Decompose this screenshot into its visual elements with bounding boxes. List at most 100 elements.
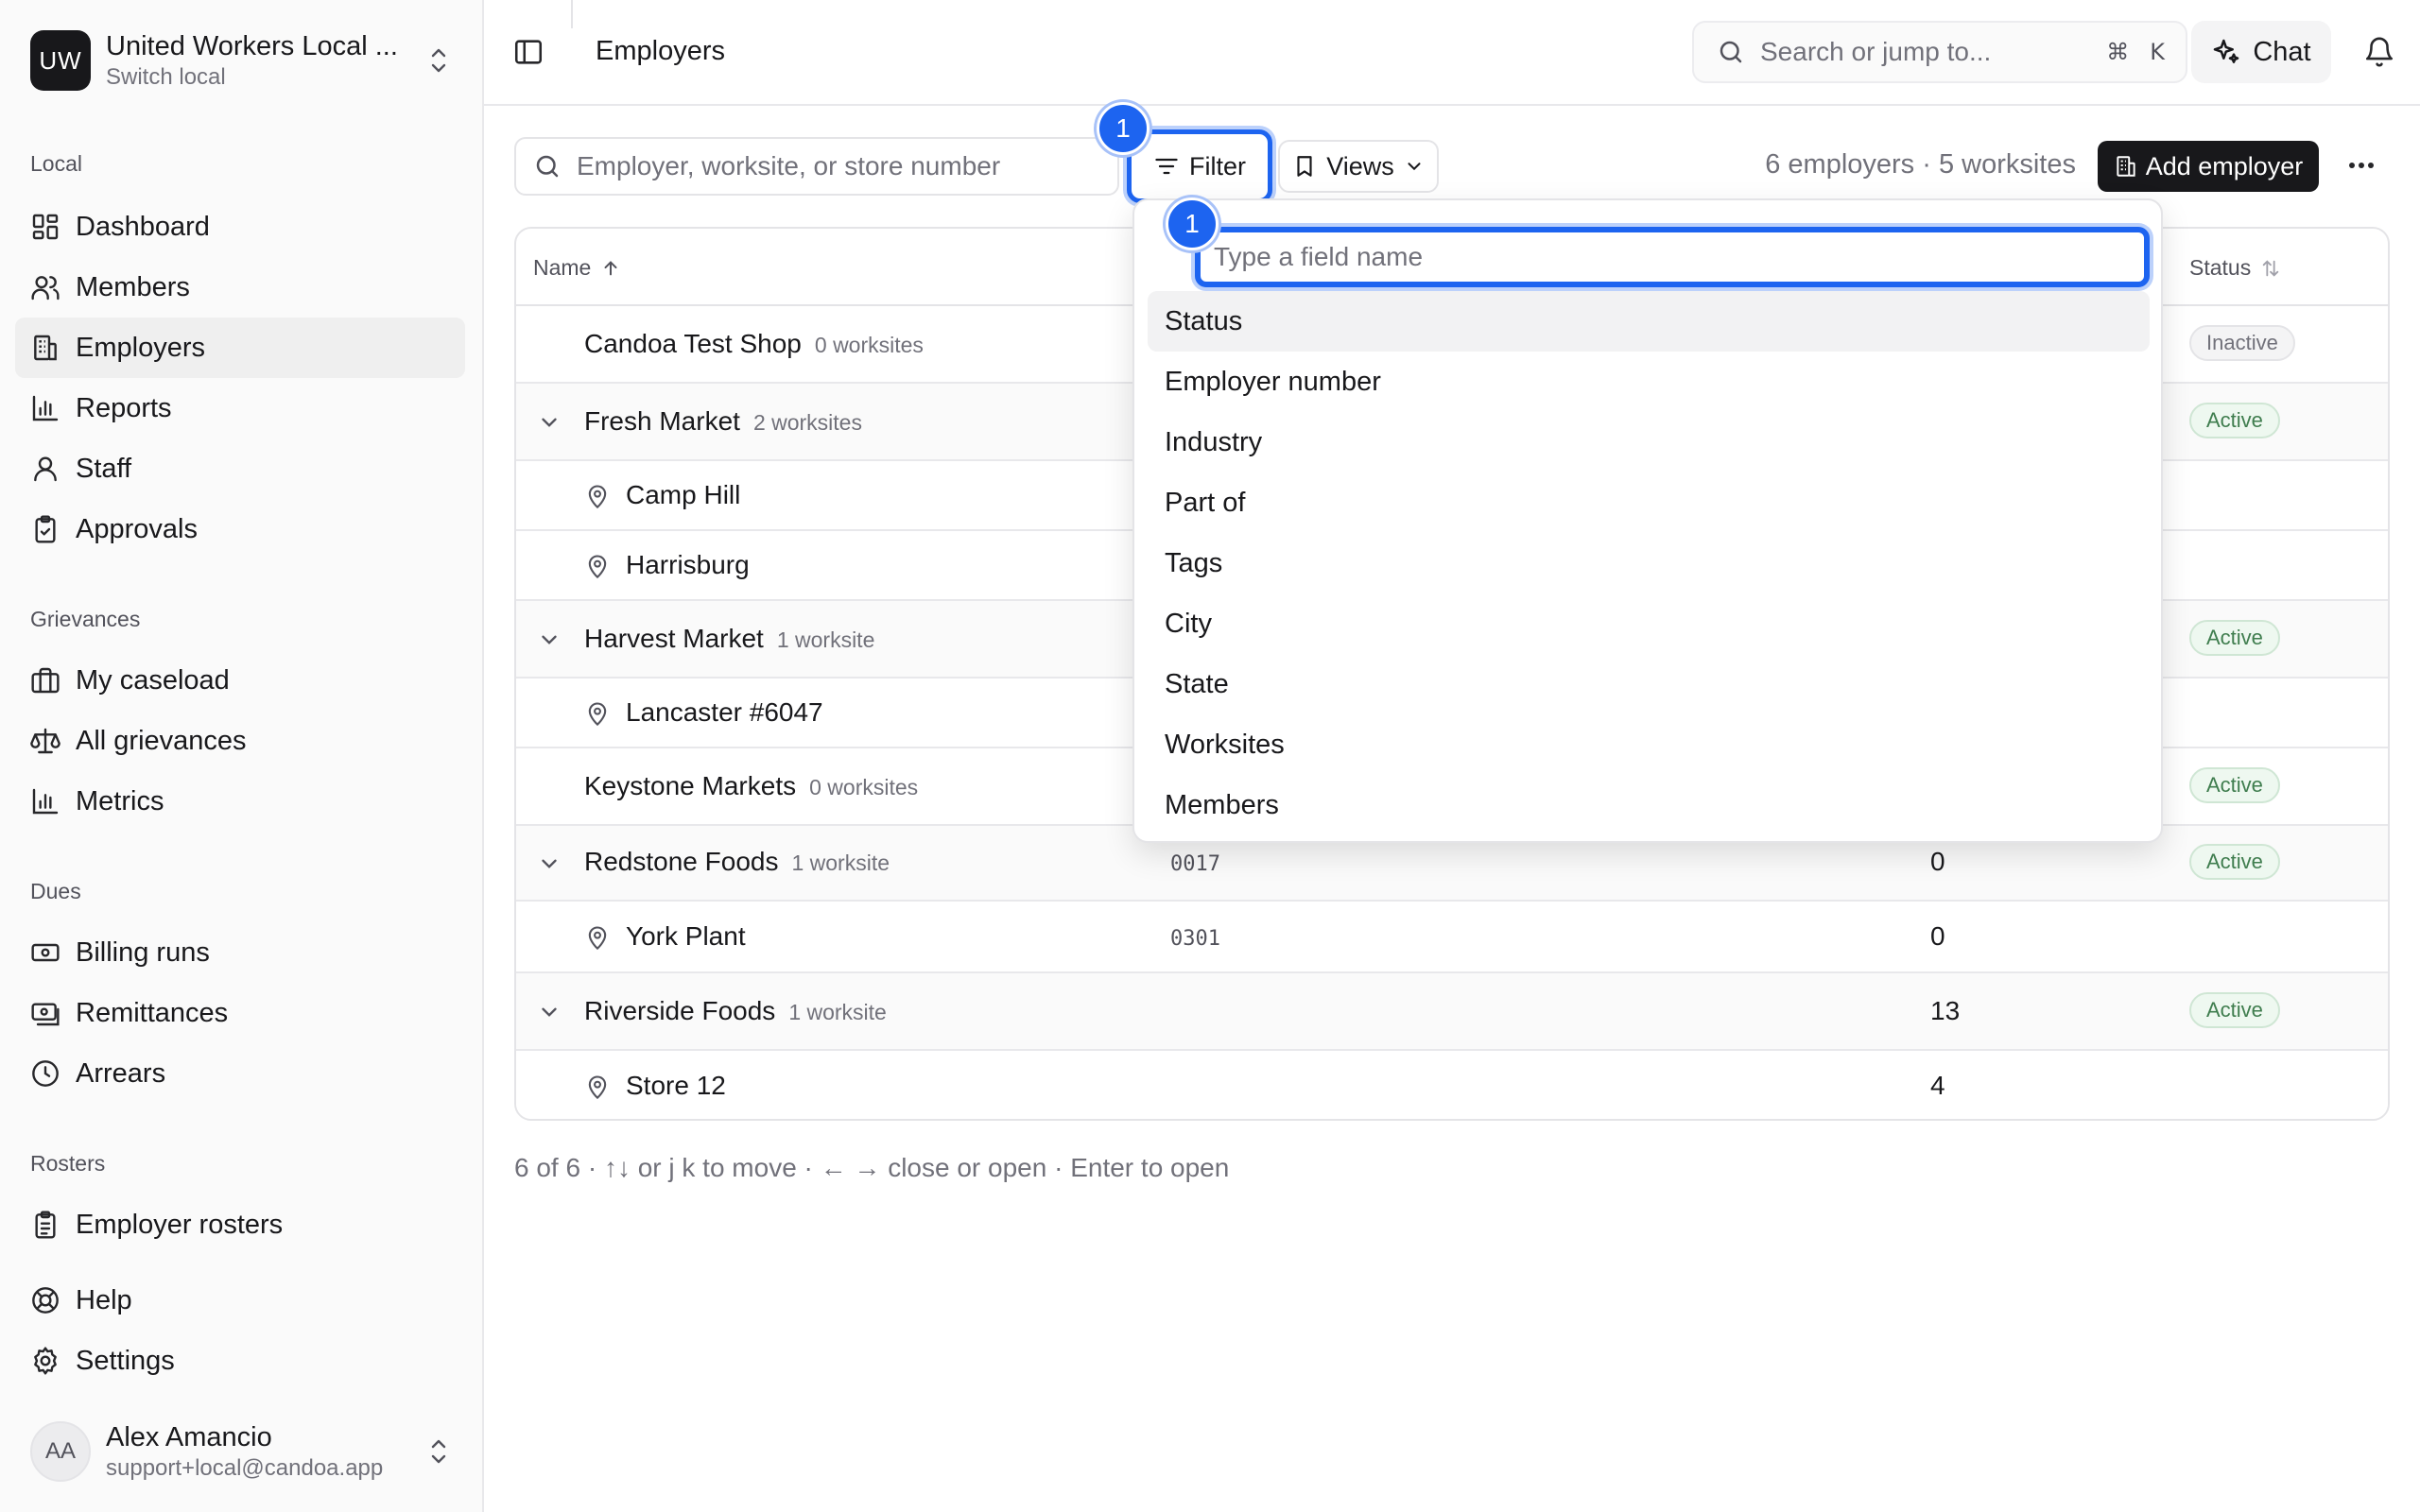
worksite-count: 0 worksites [809,775,919,799]
worksite-name: York Plant [626,921,746,951]
chat-button[interactable]: Chat [2191,21,2331,83]
map-pin-icon [588,926,607,951]
member-count: 0 [1930,921,1945,951]
sidebar-item-label: Arrears [76,1057,166,1089]
column-header-name[interactable]: Name [533,255,621,281]
filter-field-option[interactable]: City [1148,593,2150,654]
column-label: Status [2189,255,2252,280]
sidebar-item-label: Settings [76,1345,175,1376]
employer-name: Harvest Market 1 worksite [584,624,874,654]
section-dues: Dues [30,879,81,903]
global-search-placeholder: Search or jump to... [1760,37,1992,66]
sidebar-item-label: Employer rosters [76,1209,284,1240]
search-icon [536,155,559,178]
employer-search-input[interactable]: Employer, worksite, or store number [514,137,1119,196]
map-pin-icon [588,555,607,579]
column-header-status[interactable]: Status [2189,255,2281,281]
column-label: Name [533,255,592,280]
table-row[interactable]: York Plant 0301 0 [516,902,2388,973]
sidebar-item-arrears[interactable]: Arrears [15,1043,465,1104]
divider [571,0,573,28]
filter-field-option[interactable]: Worksites [1148,714,2150,775]
employer-name-text: Fresh Market [584,406,740,436]
clipboard-list-icon [35,1211,56,1239]
field-name-input[interactable]: Type a field name [1195,227,2150,287]
employer-name: Candoa Test Shop 0 worksites [584,329,924,359]
filter-button[interactable]: Filter [1127,129,1272,203]
input-step-badge: 1 [1166,198,1219,250]
employer-name: Fresh Market 2 worksites [584,406,862,437]
bell-icon[interactable] [2363,36,2395,68]
worksite-name: Lancaster #6047 [626,697,823,727]
chevron-down-icon[interactable] [537,851,562,876]
filter-field-option[interactable]: Industry [1148,412,2150,472]
sidebar-item-label: My caseload [76,664,230,696]
employer-name-text: Riverside Foods [584,996,776,1025]
sidebar-item-help[interactable]: Help [15,1270,465,1331]
chevron-down-icon[interactable] [537,410,562,435]
filter-lines-icon [1155,158,1178,175]
filter-field-option[interactable]: State [1148,654,2150,714]
status-badge: Active [2189,844,2280,880]
status-badge: Active [2189,403,2280,438]
sidebar-item-reports[interactable]: Reports [15,378,465,438]
user-menu[interactable]: AA Alex Amancio support+local@candoa.app [30,1421,454,1482]
member-count: 0 [1930,847,1945,876]
sidebar-item-staff[interactable]: Staff [15,438,465,499]
employer-search-placeholder: Employer, worksite, or store number [577,151,1001,180]
bar-chart-icon [32,395,59,421]
map-pin-icon [588,485,607,509]
search-icon [1720,41,1742,63]
chevron-down-icon[interactable] [537,627,562,652]
global-search[interactable]: Search or jump to... ⌘ K [1692,21,2187,83]
map-pin-icon [588,702,607,727]
table-row[interactable]: Riverside Foods 1 worksite 13 Active [516,973,2388,1051]
sidebar-item-remittances[interactable]: Remittances [15,983,465,1043]
filter-step-badge: 1 [1097,102,1150,155]
filter-field-option[interactable]: Tags [1148,533,2150,593]
more-options-icon[interactable] [2342,149,2380,181]
sidebar-item-my-caseload[interactable]: My caseload [15,650,465,711]
map-pin-icon [588,1075,607,1100]
filter-field-option[interactable]: Status [1148,291,2150,352]
chat-label: Chat [2253,36,2311,67]
chevron-down-icon[interactable] [537,1000,562,1024]
sidebar-item-label: Staff [76,453,132,484]
user-email: support+local@candoa.app [106,1455,384,1482]
filter-field-option[interactable]: Members [1148,775,2150,835]
section-local: Local [30,151,82,176]
scale-icon [30,728,60,754]
add-employer-button[interactable]: Add employer [2098,141,2319,192]
page-title: Employers [596,36,725,66]
sidebar-item-dashboard[interactable]: Dashboard [15,197,465,257]
sidebar-item-employer-rosters[interactable]: Employer rosters [15,1194,465,1255]
sidebar-item-all-grievances[interactable]: All grievances [15,711,465,771]
sidebar-item-metrics[interactable]: Metrics [15,771,465,832]
shortcut-key: K [2150,39,2165,65]
sidebar-item-label: Remittances [76,997,229,1028]
sidebar-item-settings[interactable]: Settings [15,1331,465,1391]
filter-field-option[interactable]: Part of [1148,472,2150,533]
sidebar-item-billing-runs[interactable]: Billing runs [15,922,465,983]
sidebar-item-employers[interactable]: Employers [15,318,465,378]
sidebar-item-members[interactable]: Members [15,257,465,318]
top-bar: Employers Search or jump to... ⌘ K Chat [484,0,2420,106]
workspace-subtitle: Switch local [106,64,226,91]
users-icon [31,276,60,301]
briefcase-icon [31,667,60,694]
sidebar-toggle-icon[interactable] [512,36,544,68]
workspace-switcher[interactable]: UW United Workers Local ... Switch local [30,26,454,94]
employer-name-text: Redstone Foods [584,847,779,876]
user-name: Alex Amancio [106,1421,272,1452]
views-button[interactable]: Views [1278,140,1439,193]
user-icon [34,456,57,482]
sidebar-item-label: Dashboard [76,211,210,242]
filter-field-option[interactable]: Employer number [1148,352,2150,412]
sidebar-item-label: Employers [76,332,205,363]
table-row[interactable]: Store 12 4 [516,1051,2388,1119]
worksite-number: 0301 [1170,927,1220,951]
sidebar-item-approvals[interactable]: Approvals [15,499,465,559]
employer-name: Riverside Foods 1 worksite [584,996,887,1026]
sidebar-item-label: Reports [76,392,172,423]
avatar: AA [30,1421,91,1482]
